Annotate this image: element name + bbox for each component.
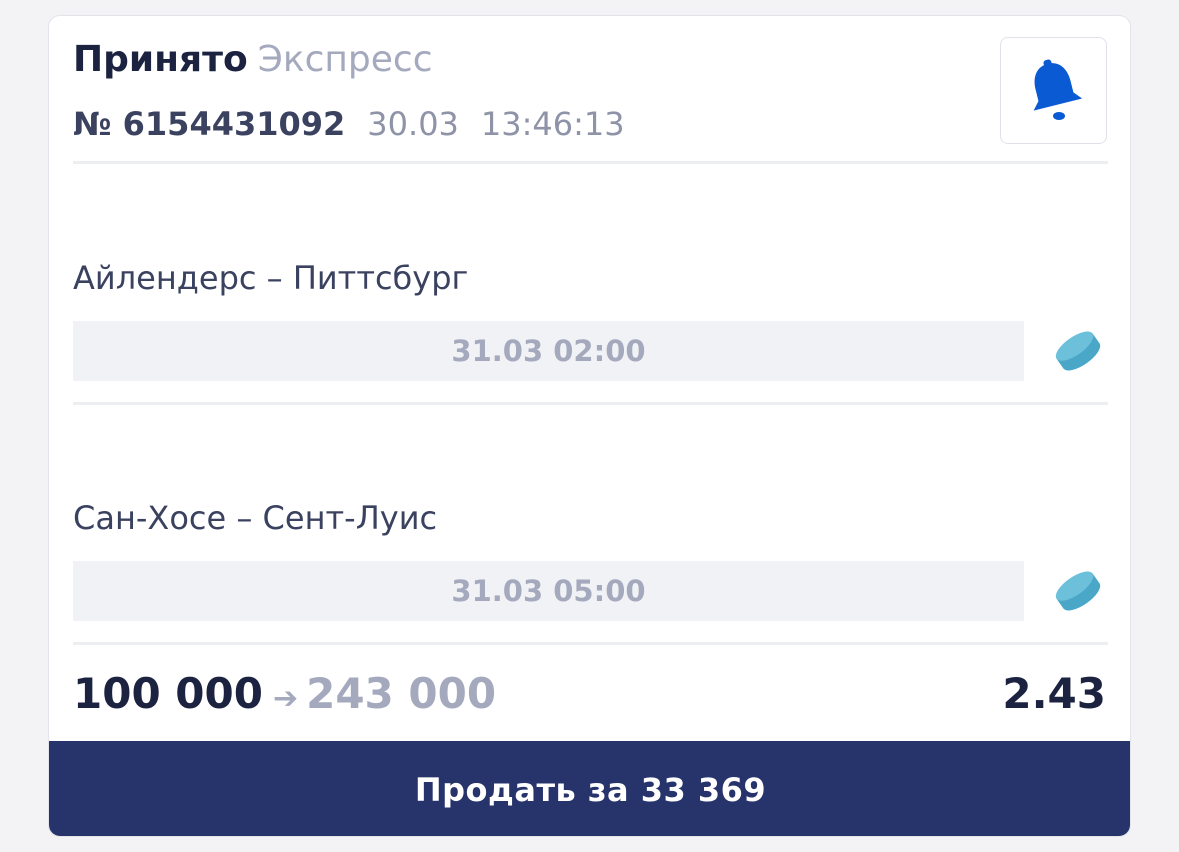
bet-status-line: Принято Экспресс	[73, 38, 433, 82]
stake-amount: 100 000	[73, 669, 263, 718]
bet-number: № 6154431092	[73, 105, 346, 143]
header-divider	[73, 161, 1108, 164]
hockey-puck-icon	[1055, 571, 1101, 611]
sell-button[interactable]: Продать за 33 369	[49, 741, 1130, 836]
payout-amount: 243 000	[306, 669, 497, 718]
bet-type: Экспресс	[257, 39, 433, 80]
stake-payout-row: 100 000 ➔ 243 000	[73, 668, 496, 725]
summary-divider	[73, 642, 1108, 645]
arrow-right-icon: ➔	[272, 681, 299, 716]
event-datetime: 31.03 05:00	[73, 561, 1024, 621]
bet-time: 13:46:13	[480, 105, 625, 143]
event-title: Сан-Хосе – Сент-Луис	[73, 499, 438, 537]
bet-date: 30.03	[367, 105, 459, 143]
bell-icon	[1033, 59, 1082, 120]
event-datetime: 31.03 02:00	[73, 321, 1024, 381]
bet-card: Принято Экспресс № 6154431092 30.03 13:46:1…	[48, 15, 1131, 837]
event-title: Айлендерс – Питтсбург	[73, 259, 469, 297]
bet-status: Принято	[73, 39, 248, 80]
event-divider	[73, 402, 1108, 405]
hockey-puck-icon	[1055, 331, 1101, 371]
notification-button[interactable]	[1000, 37, 1107, 144]
bet-meta: № 6154431092 30.03 13:46:13	[73, 104, 625, 144]
coefficient: 2.43	[1002, 669, 1106, 718]
